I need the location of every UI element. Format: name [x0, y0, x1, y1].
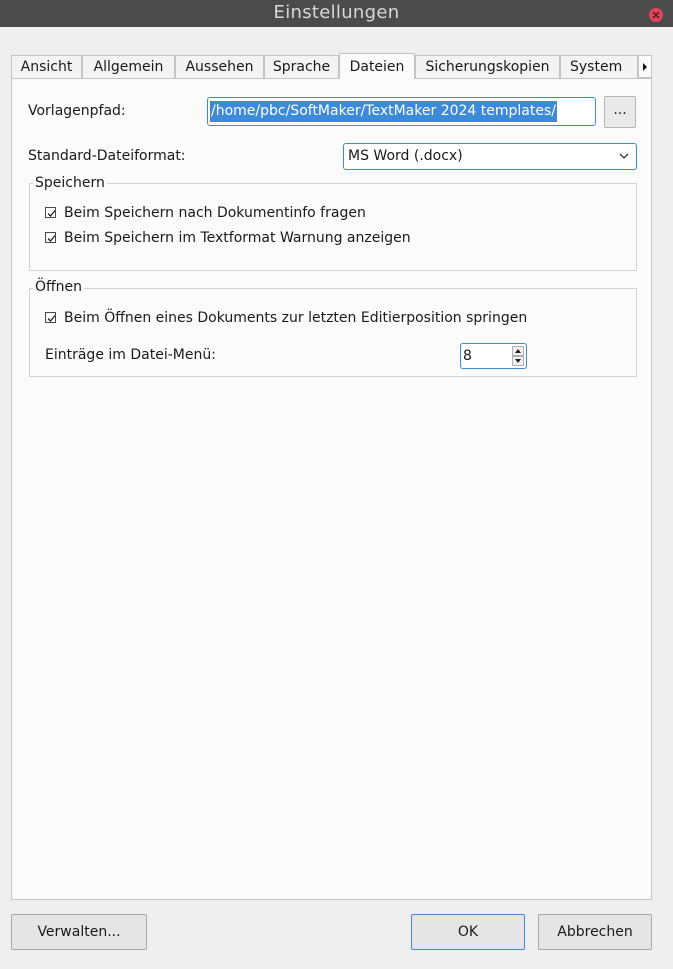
- checkmark-icon: [47, 315, 56, 322]
- checkbox-box: [45, 312, 56, 323]
- tab-sprache[interactable]: Sprache: [264, 55, 339, 78]
- dateien-panel: Vorlagenpfad: /home/pbc/SoftMaker/TextMa…: [11, 78, 652, 900]
- default-format-select[interactable]: MS Word (.docx): [343, 143, 637, 170]
- ask-docinfo-label: Beim Speichern nach Dokumentinfo fragen: [64, 205, 366, 221]
- file-menu-entries-value: 8: [463, 348, 472, 364]
- open-group-title: Öffnen: [33, 279, 85, 295]
- tab-scroll-right-button[interactable]: [638, 55, 652, 78]
- spin-up-button[interactable]: [512, 346, 524, 356]
- browse-button[interactable]: ...: [604, 96, 636, 128]
- default-format-value: MS Word (.docx): [348, 148, 463, 164]
- checkmark-icon: [47, 210, 56, 217]
- template-path-label: Vorlagenpfad:: [28, 103, 126, 119]
- tab-aussehen[interactable]: Aussehen: [175, 55, 264, 78]
- checkmark-icon: [47, 235, 56, 242]
- last-edit-position-label: Beim Öffnen eines Dokuments zur letzten …: [64, 310, 528, 326]
- default-format-label: Standard-Dateiformat:: [28, 148, 186, 164]
- arrow-down-icon: [515, 359, 521, 363]
- ok-button[interactable]: OK: [411, 914, 525, 950]
- tab-allgemein[interactable]: Allgemein: [82, 55, 175, 78]
- cancel-button[interactable]: Abbrechen: [538, 914, 652, 950]
- close-button[interactable]: [649, 8, 663, 22]
- tab-system[interactable]: System: [560, 55, 638, 78]
- save-group-title: Speichern: [33, 175, 107, 191]
- template-path-input[interactable]: /home/pbc/SoftMaker/TextMaker 2024 templ…: [207, 97, 596, 126]
- tab-sicherungskopien[interactable]: Sicherungskopien: [415, 55, 560, 78]
- arrow-up-icon: [515, 349, 521, 353]
- tab-ansicht[interactable]: Ansicht: [11, 55, 82, 78]
- checkbox-box: [45, 232, 56, 243]
- arrow-right-icon: [643, 63, 647, 71]
- spin-down-button[interactable]: [512, 356, 524, 366]
- checkbox-box: [45, 207, 56, 218]
- tab-dateien[interactable]: Dateien: [339, 53, 415, 79]
- save-group: [29, 183, 637, 271]
- file-menu-entries-label: Einträge im Datei-Menü:: [45, 347, 216, 363]
- template-path-value: /home/pbc/SoftMaker/TextMaker 2024 templ…: [210, 101, 557, 122]
- textformat-warning-label: Beim Speichern im Textformat Warnung anz…: [64, 230, 411, 246]
- title-bar: Einstellungen: [0, 0, 673, 27]
- file-menu-entries-spinbox[interactable]: 8: [460, 343, 527, 369]
- chevron-down-icon: [619, 153, 629, 159]
- manage-button[interactable]: Verwalten...: [11, 914, 147, 950]
- window-title: Einstellungen: [273, 2, 400, 23]
- open-group: [29, 288, 637, 377]
- close-icon: [652, 11, 660, 19]
